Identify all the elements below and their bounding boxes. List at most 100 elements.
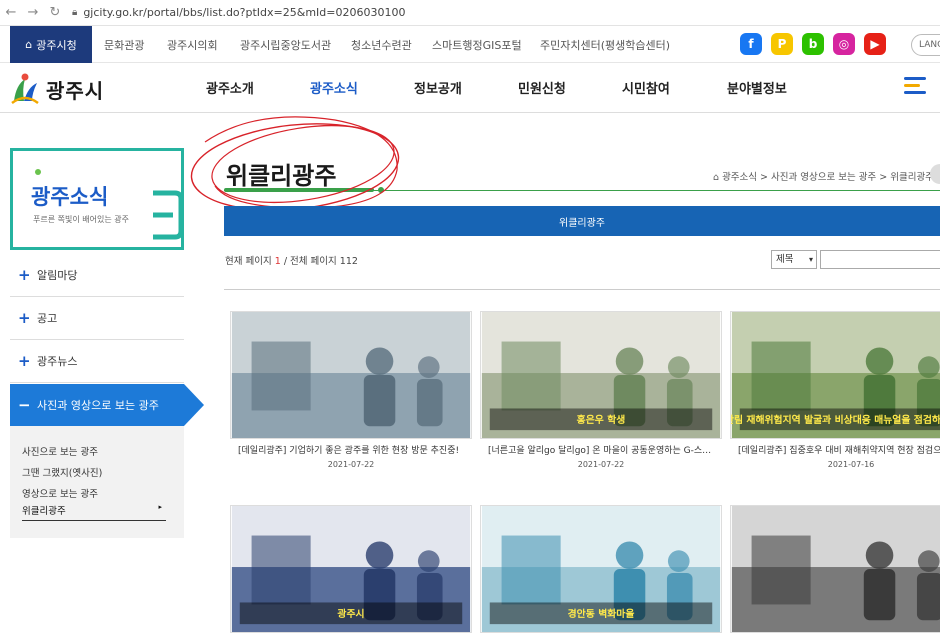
thumbnail-image[interactable]: 홍은우 학생 (480, 311, 722, 439)
language-button[interactable]: LANG (911, 34, 940, 56)
facebook-icon[interactable]: f (740, 33, 762, 55)
thumb-shape (251, 341, 311, 411)
thumb-figure-head (365, 541, 394, 569)
thumb-caption-text: 경안동 벽화마을 (568, 607, 635, 620)
minus-icon: − (18, 396, 31, 414)
browser-address-bar: ← → ↻ 🔒︎ gjcity.go.kr/portal/bbs/list.do… (0, 0, 940, 26)
thumb-figure-head (417, 550, 440, 572)
thumbnail-image[interactable] (730, 505, 940, 633)
util-link-youth-center[interactable]: 청소년수련관 (351, 37, 412, 53)
sidebar-item-photo-video[interactable]: − 사진과 영상으로 보는 광주 (10, 384, 184, 426)
title-accent-bar (224, 188, 374, 192)
util-link-library[interactable]: 광주시립중앙도서관 (240, 37, 331, 53)
breadcrumb-text[interactable]: 광주소식 > 사진과 영상으로 보는 광주 > 위클리광주 (722, 172, 934, 183)
submenu-weekly-label: 위클리광주 (22, 506, 66, 517)
gnb-civil-service[interactable]: 민원신청 (518, 78, 566, 97)
submenu-weekly[interactable]: 위클리광주 ▸ (22, 503, 166, 521)
gnb-participation[interactable]: 시민참여 (622, 78, 670, 97)
lock-icon[interactable]: 🔒︎ (72, 7, 77, 18)
thumb-figure-head (417, 356, 440, 378)
sidebar-item-notice[interactable]: + 알림마당 (10, 254, 184, 297)
thumb-figure-body (416, 378, 443, 427)
submenu-video[interactable]: 영상으로 보는 광주 (22, 486, 98, 500)
util-link-community-center[interactable]: 주민자치센터(평생학습센터) (540, 37, 670, 53)
arrow-right-icon[interactable]: → (22, 5, 44, 20)
home-icon[interactable]: ⌂ (713, 172, 719, 183)
card-title[interactable]: [너른고을 알리go 달리go] 온 마을이 공동운영하는 G-스포츠클럽 (488, 443, 716, 456)
gnb-disclosure[interactable]: 정보공개 (414, 78, 462, 97)
url-field[interactable]: gjcity.go.kr/portal/bbs/list.do?ptIdx=25… (83, 6, 405, 19)
thumbnail-image[interactable] (230, 311, 472, 439)
util-link-culture[interactable]: 문화관광 (104, 37, 144, 53)
gnb-news[interactable]: 광주소식 (310, 78, 358, 97)
city-hall-label: 광주시청 (36, 38, 77, 52)
sidebar-subtitle: 푸르른 쪽빛이 배어있는 광주 (33, 215, 129, 224)
kakaostory-icon[interactable]: P (771, 33, 793, 55)
thumb-figure-head (365, 347, 394, 375)
thumbnail-image[interactable]: 산림 재해위험지역 발굴과 비상대응 매뉴얼을 점검하였습니다 (730, 311, 940, 439)
card-title[interactable]: [데일리광주] 기업하기 좋은 광주를 위한 현장 방문 추진중! (238, 443, 466, 456)
gnb-field-info[interactable]: 분야별정보 (727, 78, 787, 97)
caret-right-icon: ▸ (158, 503, 162, 511)
thumb-shape (751, 341, 811, 411)
thumb-caption-text: 홍은우 학생 (577, 413, 626, 426)
thumb-caption-text: 산림 재해위험지역 발굴과 비상대응 매뉴얼을 점검하였습니다 (730, 413, 940, 426)
plus-icon: + (18, 266, 31, 284)
sidebar-item-label: 사진과 영상으로 보는 광주 (37, 399, 159, 412)
card-date: 2021-07-22 (327, 460, 375, 469)
chevron-down-icon: ▾ (808, 255, 813, 264)
city-hall-home-tab[interactable]: ⌂ 광주시청 (10, 26, 92, 63)
plus-icon: + (18, 309, 31, 327)
thumb-figure-body (363, 375, 396, 427)
gnb-about[interactable]: 광주소개 (206, 78, 254, 97)
plus-icon: + (18, 352, 31, 370)
thumb-figure-head (615, 541, 644, 569)
main-header: 광주시 광주소개 광주소식 정보공개 민원신청 시민참여 분야별정보 (0, 63, 940, 113)
band-icon[interactable]: b (802, 33, 824, 55)
thumb-figure-head (917, 356, 940, 378)
sidebar-banner: 광주소식 푸르른 쪽빛이 배어있는 광주 (10, 148, 184, 250)
thumb-figure-body (863, 569, 896, 621)
active-arrow-icon (184, 384, 204, 426)
instagram-icon[interactable]: ◎ (833, 33, 855, 55)
thumb-figure-head (865, 541, 894, 569)
util-link-council[interactable]: 광주시의회 (167, 37, 218, 53)
thumb-shape (751, 535, 811, 605)
youtube-icon[interactable]: ▶ (864, 33, 886, 55)
title-accent-dot (378, 187, 384, 193)
submenu-photo[interactable]: 사진으로 보는 광주 (22, 444, 98, 458)
thumbnail-image[interactable]: 경안동 벽화마을 (480, 505, 722, 633)
banner-deco-icon (153, 190, 181, 240)
breadcrumb: ⌂ 광주소식 > 사진과 영상으로 보는 광주 > 위클리광주 (713, 169, 934, 183)
search-type-select[interactable]: 제목 ▾ (771, 250, 817, 269)
site-logo-text[interactable]: 광주시 (46, 75, 104, 104)
search-input[interactable] (820, 250, 940, 269)
sidebar-item-label: 광주뉴스 (37, 355, 78, 368)
sidebar-item-gwangju-news[interactable]: + 광주뉴스 (10, 340, 184, 383)
thumb-figure-head (615, 347, 644, 375)
thumb-figure-head (917, 550, 940, 572)
thumb-shape (501, 341, 561, 411)
gwangju-logo-icon[interactable] (10, 71, 40, 105)
banner-dot (35, 169, 41, 175)
reload-icon[interactable]: ↻ (44, 5, 66, 20)
page-count: 현재 페이지 1 / 전체 페이지 112 (225, 256, 358, 267)
thumbnail-image[interactable]: 광주시 (230, 505, 472, 633)
sidebar-item-label: 공고 (37, 312, 58, 325)
thumb-caption-text: 광주시 (337, 608, 364, 620)
card-title[interactable]: [데일리광주] 집중호우 대비 재해취약지역 현장 점검으로 (738, 443, 940, 456)
arrow-left-icon[interactable]: ← (0, 5, 22, 20)
thumb-figure-head (667, 550, 690, 572)
util-link-gis[interactable]: 스마트행정GIS포털 (432, 37, 522, 53)
submenu-old-photo[interactable]: 그땐 그랬지(옛사진) (22, 465, 102, 479)
sidebar-item-label: 알림마당 (37, 269, 78, 282)
sidebar-submenu (10, 426, 184, 538)
page-title: 위클리광주 (226, 162, 337, 190)
card-date: 2021-07-16 (827, 460, 875, 469)
thumb-shape (501, 535, 561, 605)
tab-weekly-gwangju[interactable]: 위클리광주 (224, 206, 940, 236)
sidebar-item-announcement[interactable]: + 공고 (10, 297, 184, 340)
home-icon: ⌂ (25, 38, 33, 51)
all-menu-icon[interactable] (904, 77, 926, 99)
thumb-figure-head (667, 356, 690, 378)
